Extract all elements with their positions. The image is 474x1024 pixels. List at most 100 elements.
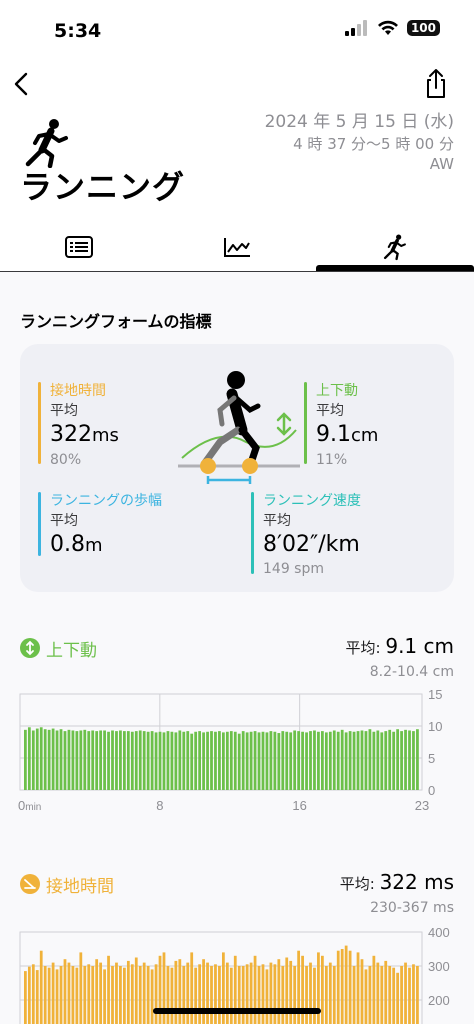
chart-bar xyxy=(384,731,388,790)
workout-meta: 2024 年 5 月 15 日 (水) 4 時 37 分〜5 時 00 分 AW xyxy=(265,110,454,174)
metric-extra: 80% xyxy=(50,452,82,468)
metric-stride-length: ランニングの歩幅 平均 0.8m xyxy=(38,492,162,561)
chart-bar xyxy=(24,729,27,790)
chart-bar xyxy=(154,964,158,1024)
wifi-icon xyxy=(377,20,398,35)
metric-bar xyxy=(38,382,41,464)
battery-indicator: 100 xyxy=(406,20,440,36)
chart-bar xyxy=(348,731,352,790)
chart-bar xyxy=(142,731,146,790)
chart-bar xyxy=(35,728,39,790)
metric-label: ランニング速度 xyxy=(263,493,361,509)
chart-bar xyxy=(321,731,324,790)
metric-running-speed: ランニング速度 平均 8′02″/km 149 spm xyxy=(251,492,361,578)
chart-bar xyxy=(229,967,233,1024)
chart-range: 230-367 ms xyxy=(370,900,454,916)
chart-bar xyxy=(356,952,360,1024)
chart-bar xyxy=(39,727,43,790)
chart-bar xyxy=(71,730,75,790)
y-tick-label: 400 xyxy=(428,925,450,940)
tab-charts[interactable] xyxy=(158,224,316,270)
chart-bar xyxy=(103,969,106,1024)
chart-bar xyxy=(55,969,59,1024)
chart-bar xyxy=(138,966,142,1024)
workout-date: 2024 年 5 月 15 日 (水) xyxy=(264,112,454,132)
y-tick-label: 300 xyxy=(428,959,450,974)
chart-bar xyxy=(388,729,392,790)
chart-bar xyxy=(119,730,122,790)
chart-bar xyxy=(182,731,186,790)
status-bar: 5:34 100 xyxy=(0,0,474,60)
chart-bar xyxy=(206,731,209,790)
chart-bar xyxy=(245,732,249,790)
chart-bar xyxy=(289,960,293,1024)
chart-bar xyxy=(71,966,75,1024)
chart-bar xyxy=(218,966,221,1024)
chart-bar xyxy=(27,966,31,1024)
chart-bar xyxy=(328,731,332,790)
chart-bar xyxy=(400,731,403,790)
chart-bar xyxy=(67,962,71,1024)
chart-title: 接地時間 xyxy=(46,877,114,897)
chart-bar xyxy=(380,732,384,790)
share-button[interactable] xyxy=(418,66,454,102)
chart-bar xyxy=(83,966,87,1024)
chart-bar xyxy=(27,727,31,790)
chart-bar xyxy=(360,959,364,1024)
chart-bar xyxy=(210,731,213,790)
chart-bar xyxy=(376,962,380,1024)
metric-bar xyxy=(251,492,254,574)
chart-bar xyxy=(51,728,55,790)
chart-bar xyxy=(146,731,150,790)
chart-bar xyxy=(202,732,205,790)
chart-bar xyxy=(297,731,301,790)
chart-bar xyxy=(166,966,170,1024)
chart-bar xyxy=(174,732,178,790)
metric-ground-contact: 接地時間 平均 322ms 80% xyxy=(38,382,119,469)
chart-bar xyxy=(313,967,316,1024)
chart-bar xyxy=(79,730,83,790)
chart-title: 上下動 xyxy=(46,641,97,661)
chart-bar xyxy=(237,733,241,790)
chart-bar xyxy=(95,959,99,1024)
chart-bar xyxy=(257,966,261,1024)
chart-bar xyxy=(225,962,229,1024)
chart-bar xyxy=(174,960,178,1024)
chart-bar xyxy=(47,967,51,1024)
chart-bar xyxy=(59,966,63,1024)
metric-sub: 平均 xyxy=(316,403,344,419)
chart-bar xyxy=(95,731,99,790)
chart-bar xyxy=(75,967,79,1024)
x-tick-label: 8 xyxy=(156,798,163,813)
chart-bar xyxy=(99,730,103,790)
y-tick-label: 5 xyxy=(428,751,435,766)
chart-bar xyxy=(412,731,415,790)
chart-bar xyxy=(340,949,344,1024)
tab-bar xyxy=(0,224,474,272)
chart-bar xyxy=(229,731,233,790)
chart-bar xyxy=(99,962,103,1024)
metric-sub: 平均 xyxy=(50,513,78,529)
y-tick-label: 0 xyxy=(428,783,435,798)
chart-bar xyxy=(150,969,154,1024)
chart-bar xyxy=(273,964,277,1024)
chart-bar xyxy=(277,959,281,1024)
chart-bar xyxy=(309,731,312,790)
chart-bar xyxy=(388,966,392,1024)
tab-running-form[interactable] xyxy=(316,224,474,270)
chart-bar xyxy=(265,969,269,1024)
chart-bar xyxy=(269,962,273,1024)
status-time: 5:34 xyxy=(54,20,102,42)
back-button[interactable] xyxy=(6,66,42,102)
chart-bar xyxy=(368,966,372,1024)
chart-average: 平均: 9.1 cm xyxy=(345,634,454,658)
x-tick-label: 0min xyxy=(18,798,41,813)
chart-bar xyxy=(261,964,265,1024)
chart-bar xyxy=(35,970,39,1024)
chart-bar xyxy=(376,730,380,790)
chart-bar xyxy=(340,729,344,790)
chart-bar xyxy=(111,966,114,1024)
chart-bar xyxy=(63,959,67,1024)
chart-bar xyxy=(305,966,308,1024)
tab-summary[interactable] xyxy=(0,224,158,270)
